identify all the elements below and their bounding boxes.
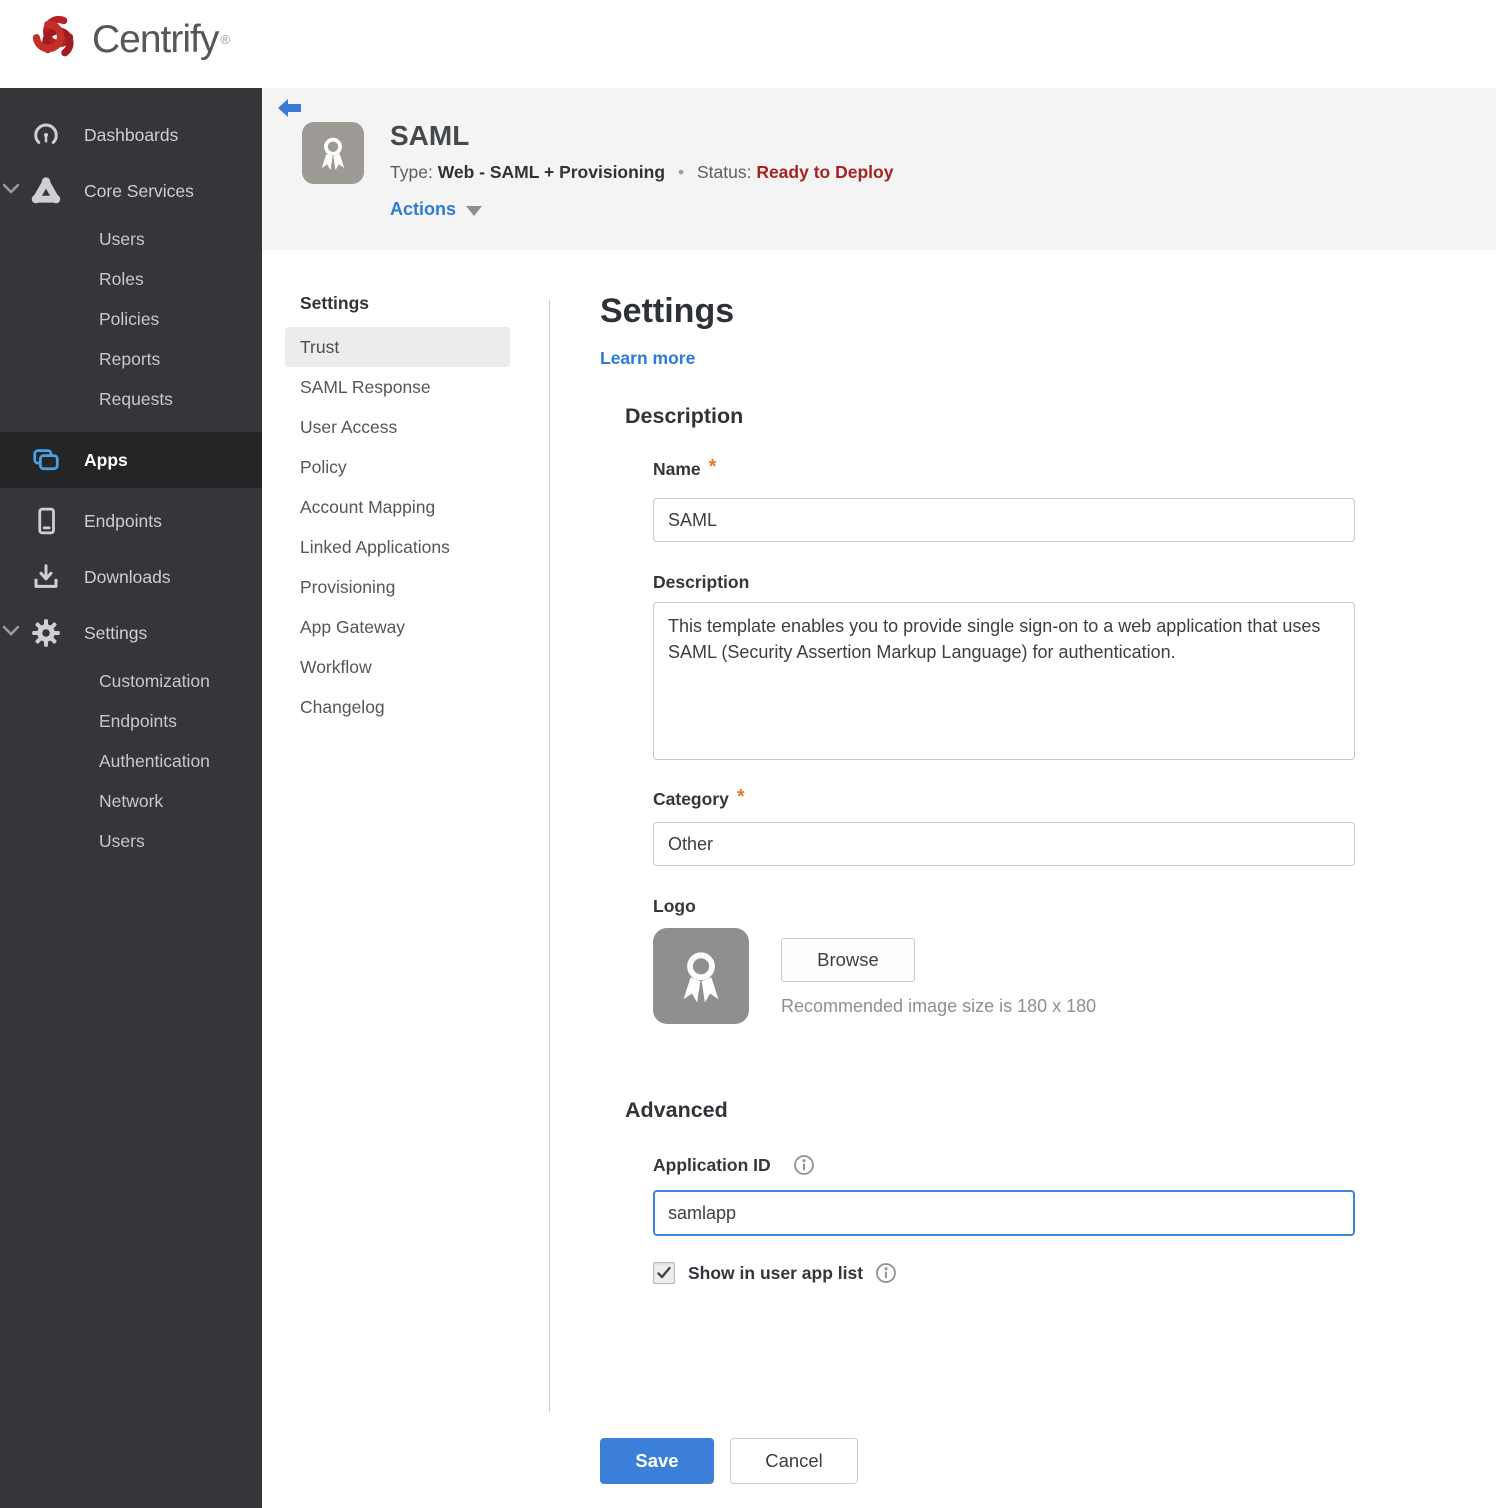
gear-icon bbox=[31, 618, 61, 648]
description-label: Description bbox=[653, 572, 750, 592]
subnav-item-changelog[interactable]: Changelog bbox=[285, 687, 510, 727]
application-id-label: Application ID bbox=[653, 1154, 771, 1175]
sidebar-item-label: Requests bbox=[99, 388, 173, 409]
sidebar-item-reports[interactable]: Reports bbox=[0, 339, 262, 379]
back-arrow-icon[interactable] bbox=[278, 97, 302, 119]
show-in-user-app-list-row: Show in user app list bbox=[653, 1262, 897, 1284]
sidebar-item-endpoints[interactable]: Endpoints bbox=[0, 493, 262, 549]
subnav-item-app-gateway[interactable]: App Gateway bbox=[285, 607, 510, 647]
download-icon bbox=[31, 562, 61, 592]
sidebar-item-label: Core Services bbox=[84, 180, 194, 201]
sidebar-item-label: Users bbox=[99, 228, 145, 249]
show-in-user-app-list-checkbox[interactable] bbox=[653, 1262, 675, 1284]
sidebar-item-settings-endpoints[interactable]: Endpoints bbox=[0, 701, 262, 741]
subnav-item-trust[interactable]: Trust bbox=[285, 327, 510, 367]
logo-preview bbox=[653, 928, 749, 1024]
name-label: Name * bbox=[653, 456, 717, 479]
application-id-label-row: Application ID bbox=[653, 1154, 815, 1176]
subnav-item-linked-applications[interactable]: Linked Applications bbox=[285, 527, 510, 567]
sidebar-item-label: Roles bbox=[99, 268, 144, 289]
cancel-button[interactable]: Cancel bbox=[730, 1438, 858, 1484]
application-id-field[interactable] bbox=[653, 1190, 1355, 1236]
sidebar-item-requests[interactable]: Requests bbox=[0, 379, 262, 419]
actions-label: Actions bbox=[390, 199, 457, 219]
app-title: SAML bbox=[390, 120, 470, 151]
main-content: Settings Learn more Description Name* De… bbox=[600, 0, 1400, 1508]
settings-subnav: Settings Trust SAML Response User Access… bbox=[285, 293, 525, 727]
required-asterisk: * bbox=[736, 786, 745, 808]
logo-size-hint: Recommended image size is 180 x 180 bbox=[781, 996, 1097, 1016]
save-button[interactable]: Save bbox=[600, 1438, 714, 1484]
browse-button[interactable]: Browse bbox=[781, 938, 915, 982]
sidebar-item-dashboards[interactable]: Dashboards bbox=[0, 107, 262, 163]
required-asterisk: * bbox=[708, 456, 717, 478]
apps-icon bbox=[31, 445, 61, 475]
sidebar-item-users[interactable]: Users bbox=[0, 219, 262, 259]
saml-app-icon bbox=[302, 122, 364, 184]
sidebar-item-label: Customization bbox=[99, 670, 210, 691]
name-field[interactable] bbox=[653, 498, 1355, 542]
subnav-item-workflow[interactable]: Workflow bbox=[285, 647, 510, 687]
sidebar-item-label: Reports bbox=[99, 348, 161, 369]
sidebar-item-network[interactable]: Network bbox=[0, 781, 262, 821]
sidebar-item-label: Authentication bbox=[99, 750, 210, 771]
subnav-item-user-access[interactable]: User Access bbox=[285, 407, 510, 447]
type-label: Type: bbox=[390, 162, 433, 182]
endpoint-device-icon bbox=[31, 506, 61, 536]
subnav-header: Settings bbox=[300, 293, 370, 313]
category-label: Category * bbox=[653, 786, 745, 809]
sidebar-item-label: Endpoints bbox=[84, 510, 162, 531]
sidebar-item-customization[interactable]: Customization bbox=[0, 661, 262, 701]
advanced-section-heading: Advanced bbox=[625, 1098, 728, 1122]
centrify-swirl-icon bbox=[26, 8, 84, 71]
sidebar-item-label: Network bbox=[99, 790, 164, 811]
sidebar-item-core-services[interactable]: Core Services bbox=[0, 163, 262, 219]
sidebar-item-authentication[interactable]: Authentication bbox=[0, 741, 262, 781]
brand-logo: Centrify ® bbox=[26, 8, 230, 71]
chevron-down-icon bbox=[2, 624, 20, 642]
sidebar-item-label: Apps bbox=[84, 449, 128, 470]
sidebar-item-label: Endpoints bbox=[99, 710, 177, 731]
sidebar-item-label: Downloads bbox=[84, 566, 171, 587]
info-icon[interactable] bbox=[793, 1154, 815, 1176]
info-icon[interactable] bbox=[875, 1262, 897, 1284]
chevron-down-icon bbox=[2, 182, 20, 200]
brand-registered-mark: ® bbox=[220, 32, 230, 47]
sidebar-item-downloads[interactable]: Downloads bbox=[0, 549, 262, 605]
subnav-item-saml-response[interactable]: SAML Response bbox=[285, 367, 510, 407]
form-footer: Save Cancel bbox=[600, 1438, 858, 1484]
core-services-icon bbox=[31, 176, 61, 206]
subnav-item-provisioning[interactable]: Provisioning bbox=[285, 567, 510, 607]
description-section-heading: Description bbox=[625, 404, 744, 428]
actions-button[interactable]: Actions bbox=[390, 199, 483, 220]
sidebar-item-label: Dashboards bbox=[84, 124, 179, 145]
sidebar-item-settings-users[interactable]: Users bbox=[0, 821, 262, 861]
subnav-item-account-mapping[interactable]: Account Mapping bbox=[285, 487, 510, 527]
logo-label: Logo bbox=[653, 896, 696, 916]
sidebar: Dashboards Core Services Users Roles Pol… bbox=[0, 88, 262, 1508]
learn-more-link[interactable]: Learn more bbox=[600, 348, 695, 369]
gauge-icon bbox=[31, 120, 61, 150]
description-field[interactable]: This template enables you to provide sin… bbox=[653, 602, 1355, 760]
sidebar-item-label: Settings bbox=[84, 622, 148, 643]
category-field[interactable] bbox=[653, 822, 1355, 866]
show-in-user-app-list-label: Show in user app list bbox=[688, 1262, 864, 1283]
vertical-divider bbox=[549, 300, 550, 1412]
sidebar-item-label: Users bbox=[99, 830, 145, 851]
sidebar-item-label: Policies bbox=[99, 308, 160, 329]
sidebar-item-apps[interactable]: Apps bbox=[0, 432, 262, 488]
caret-down-icon bbox=[466, 206, 483, 216]
sidebar-item-policies[interactable]: Policies bbox=[0, 299, 262, 339]
subnav-item-policy[interactable]: Policy bbox=[285, 447, 510, 487]
brand-name: Centrify bbox=[92, 17, 219, 61]
sidebar-item-roles[interactable]: Roles bbox=[0, 259, 262, 299]
sidebar-item-settings[interactable]: Settings bbox=[0, 605, 262, 661]
page-title: Settings bbox=[600, 292, 735, 330]
